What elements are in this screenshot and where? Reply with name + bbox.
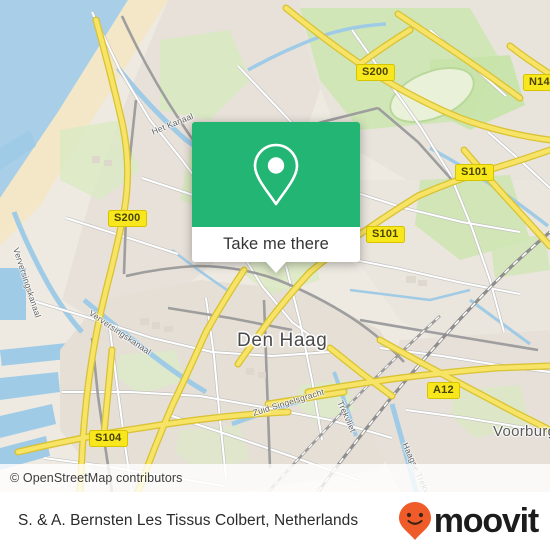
moovit-map-screenshot: Den Haag Voorburg Het Kanaal Verversings… [0, 0, 550, 550]
map-attribution: © OpenStreetMap contributors [0, 464, 550, 492]
map-canvas[interactable]: Den Haag Voorburg Het Kanaal Verversings… [0, 0, 550, 492]
popup-footer[interactable]: Take me there [192, 227, 360, 262]
moovit-wordmark: moovit [433, 502, 539, 540]
location-pin-icon [253, 143, 299, 205]
popup-header [192, 122, 360, 227]
place-title: S. & A. Bernsten Les Tissus Colbert, Net… [18, 512, 359, 529]
location-popup-card[interactable]: Take me there [192, 122, 360, 273]
moovit-logo[interactable]: moovit [397, 501, 539, 541]
moovit-pin-icon [398, 502, 431, 540]
footer-bar: S. & A. Bernsten Les Tissus Colbert, Net… [0, 492, 550, 550]
attribution-text: © OpenStreetMap contributors [10, 471, 183, 485]
take-me-there-label: Take me there [223, 235, 329, 253]
popup-pointer-tail [266, 262, 286, 273]
